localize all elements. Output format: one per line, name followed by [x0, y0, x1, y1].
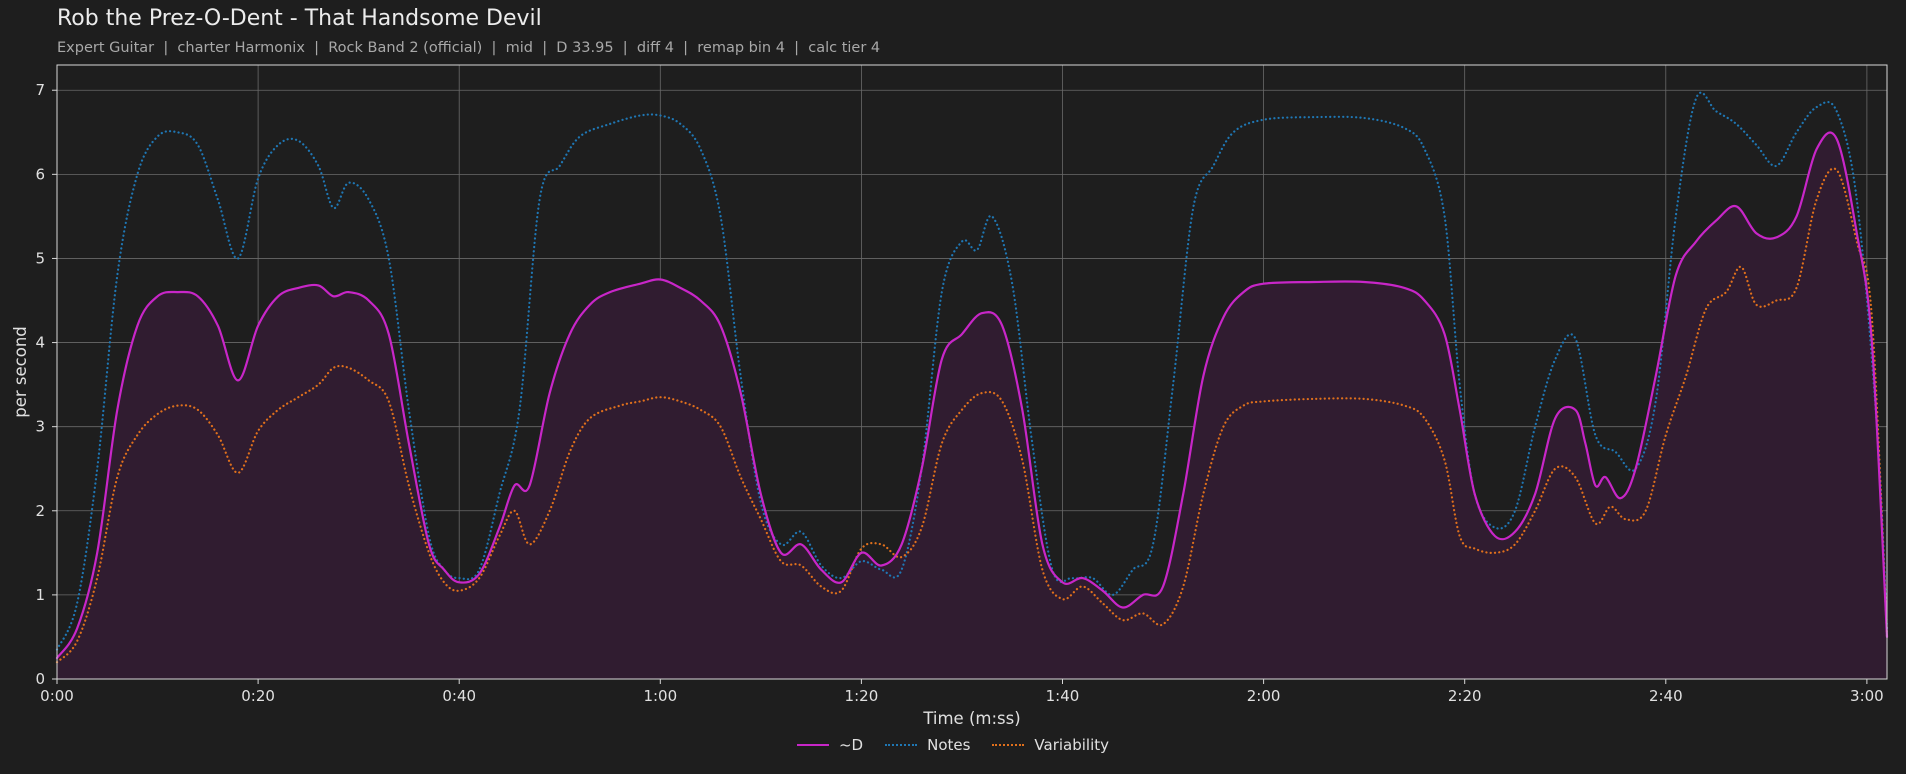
x-tick-label: 1:00	[643, 687, 677, 705]
x-tick-label: 0:40	[442, 687, 476, 705]
legend-label-d: ~D	[838, 736, 864, 754]
legend-label-variability: Variability	[1034, 736, 1110, 754]
legend-item-notes: Notes	[885, 736, 970, 754]
y-tick-label: 3	[35, 418, 45, 436]
x-tick-label: 0:20	[241, 687, 275, 705]
legend-item-d: ~D	[796, 736, 864, 754]
x-tick-label: 2:40	[1649, 687, 1683, 705]
legend-swatch-notes	[885, 744, 918, 746]
y-tick-label: 4	[35, 334, 45, 352]
y-tick-label: 2	[35, 502, 45, 520]
legend-label-notes: Notes	[927, 736, 971, 754]
x-axis-label: Time (m:ss)	[922, 709, 1020, 728]
x-tick-label: 2:00	[1247, 687, 1281, 705]
x-tick-label: 1:20	[845, 687, 879, 705]
y-tick-label: 1	[35, 586, 45, 604]
x-tick-label: 1:40	[1046, 687, 1080, 705]
y-axis-label: per second	[11, 326, 30, 418]
x-tick-label: 3:00	[1850, 687, 1884, 705]
x-tick-label: 0:00	[40, 687, 74, 705]
y-tick-label: 5	[35, 249, 45, 267]
legend: ~D Notes Variability	[0, 736, 1906, 754]
legend-swatch-variability	[992, 744, 1025, 746]
line-chart: 0:00 0:20 0:40 1:00 1:20 1:40 2:00 2:20 2:40 3:00…	[11, 64, 1889, 728]
legend-item-variability: Variability	[992, 736, 1109, 754]
legend-swatch-d	[796, 744, 829, 746]
y-tick-label: 7	[35, 81, 45, 99]
y-tick-label: 0	[35, 670, 45, 688]
y-tick-label: 6	[35, 165, 45, 183]
x-tick-label: 2:20	[1448, 687, 1482, 705]
